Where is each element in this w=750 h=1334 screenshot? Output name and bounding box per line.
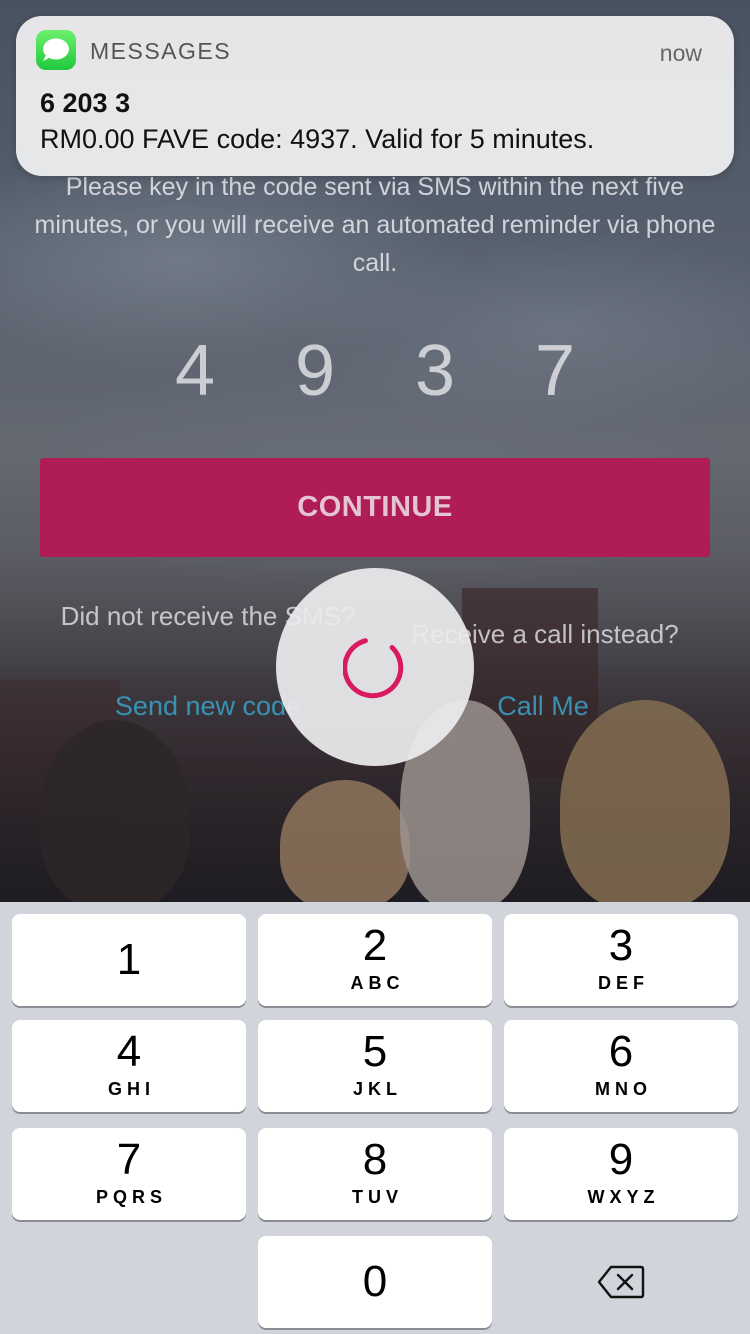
- key-number: 9: [608, 1135, 634, 1184]
- key-letters: WXYZ: [587, 1187, 660, 1207]
- key-letters: JKL: [352, 1079, 402, 1099]
- key-number: 5: [362, 1027, 388, 1076]
- key-5[interactable]: 5 JKL: [258, 1020, 492, 1112]
- notification-sender: 6 203 3: [40, 88, 131, 118]
- loading-overlay: [276, 568, 474, 766]
- key-0[interactable]: 0: [258, 1236, 492, 1328]
- code-digit[interactable]: 3: [400, 326, 470, 416]
- key-letters: TUV: [352, 1187, 403, 1207]
- backspace-icon: [597, 1265, 645, 1299]
- key-letters: MNO: [595, 1079, 652, 1099]
- notification-time: now: [659, 40, 702, 66]
- key-number: 7: [116, 1135, 142, 1184]
- backspace-key[interactable]: [504, 1236, 738, 1328]
- loading-spinner-icon: [343, 638, 404, 699]
- key-letters: PQRS: [95, 1187, 167, 1207]
- numeric-keypad: 1 2 ABC 3 DEF 4 GHI 5 JKL 6 MNO 7 PQRS 8…: [0, 902, 750, 1334]
- code-digit[interactable]: 4: [160, 326, 230, 416]
- key-letters: GHI: [107, 1079, 155, 1099]
- key-number: 6: [608, 1027, 634, 1076]
- key-number: 8: [362, 1135, 388, 1184]
- continue-button[interactable]: CONTINUE: [40, 458, 710, 557]
- key-9[interactable]: 9 WXYZ: [504, 1128, 738, 1220]
- notification-body: RM0.00 FAVE code: 4937. Valid for 5 minu…: [40, 124, 595, 154]
- key-number: 1: [116, 935, 142, 984]
- key-letters: ABC: [350, 973, 405, 993]
- key-letters: DEF: [598, 973, 649, 993]
- key-3[interactable]: 3 DEF: [504, 914, 738, 1006]
- key-7[interactable]: 7 PQRS: [12, 1128, 246, 1220]
- key-number: 3: [608, 921, 634, 970]
- key-8[interactable]: 8 TUV: [258, 1128, 492, 1220]
- key-2[interactable]: 2 ABC: [258, 914, 492, 1006]
- key-1[interactable]: 1: [12, 914, 246, 1006]
- sms-notification-banner[interactable]: MESSAGES now 6 203 3 RM0.00 FAVE code: 4…: [16, 16, 734, 176]
- key-number: 4: [116, 1027, 142, 1076]
- key-number: 2: [362, 921, 388, 970]
- key-number: 0: [362, 1257, 388, 1306]
- key-4[interactable]: 4 GHI: [12, 1020, 246, 1112]
- verification-instructions: Please key in the code sent via SMS with…: [34, 173, 716, 277]
- messages-app-icon: [36, 30, 76, 70]
- code-input[interactable]: 4 9 3 7: [160, 326, 590, 416]
- key-6[interactable]: 6 MNO: [504, 1020, 738, 1112]
- code-digit[interactable]: 9: [280, 326, 350, 416]
- code-digit[interactable]: 7: [520, 326, 590, 416]
- notification-app-name: MESSAGES: [90, 38, 232, 64]
